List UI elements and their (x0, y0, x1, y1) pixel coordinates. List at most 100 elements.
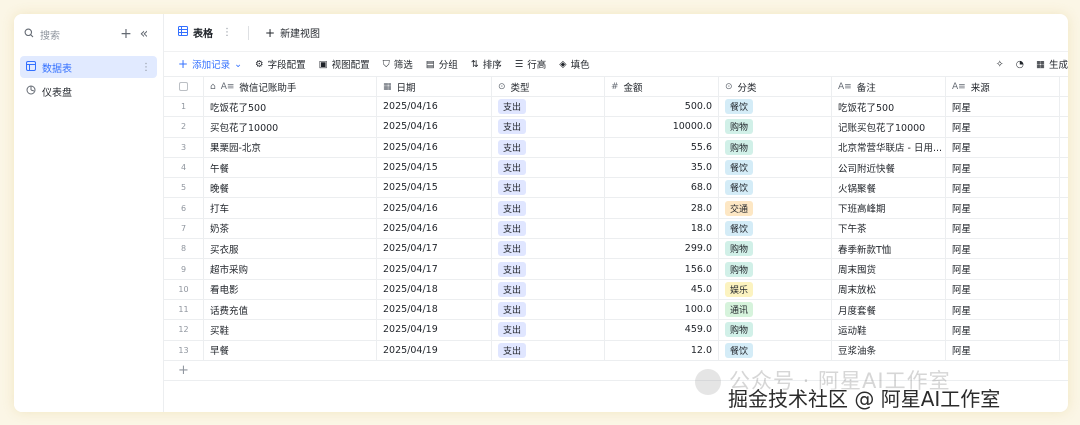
cell-date[interactable]: 2025/04/19 (377, 320, 492, 340)
add-record-button[interactable]: + 添加记录 ⌄ (178, 57, 242, 71)
filter-button[interactable]: ⛉ 筛选 (383, 57, 413, 72)
more-icon[interactable]: ⋮ (141, 62, 151, 73)
table-row[interactable]: 6 打车 2025/04/16 支出 28.0 交通 下班高峰期 阿星 (164, 198, 1068, 219)
cell-source[interactable]: 阿星 (946, 218, 1060, 239)
cell-type[interactable]: 支出 (492, 279, 605, 299)
cell-name[interactable]: 早餐 (204, 340, 377, 360)
cell-date[interactable]: 2025/04/16 (377, 218, 492, 239)
table-row[interactable]: 8 买衣服 2025/04/17 支出 299.0 购物 春季新款T恤 阿星 (164, 239, 1068, 260)
cell-date[interactable]: 2025/04/16 (377, 137, 492, 157)
collapse-sidebar-icon[interactable]: « (135, 25, 153, 43)
table-row[interactable]: 13 早餐 2025/04/19 支出 12.0 餐饮 豆浆油条 阿星 (164, 340, 1068, 361)
cell-type[interactable]: 支出 (492, 157, 605, 178)
cell-source[interactable]: 阿星 (946, 340, 1060, 360)
cell-name[interactable]: 奶茶 (204, 218, 377, 239)
sidebar-item-datatable[interactable]: 数据表 ⋮ (20, 56, 157, 78)
table-row[interactable]: 11 话费充值 2025/04/18 支出 100.0 通讯 月度套餐 阿星 (164, 299, 1068, 321)
tab-table[interactable]: 表格 ⋮ (178, 25, 232, 40)
cell-source[interactable]: 阿星 (946, 137, 1060, 157)
cell-category[interactable]: 交通 (719, 198, 832, 218)
view-config-button[interactable]: ▣ 视图配置 (319, 57, 370, 72)
table-row[interactable]: 1 吃饭花了500 2025/04/16 支出 500.0 餐饮 吃饭花了500 阿星 (164, 97, 1068, 118)
cell-name[interactable]: 买鞋 (204, 320, 377, 340)
cell-amount[interactable]: 18.0 (605, 218, 719, 239)
cell-amount[interactable]: 12.0 (605, 340, 719, 360)
column-header-name[interactable]: ⌂ A≡ 微信记账助手 (204, 77, 377, 96)
ai-sparkle-icon[interactable]: ✧ (996, 59, 1004, 70)
cell-type[interactable]: 支出 (492, 299, 605, 320)
sidebar-item-dashboard[interactable]: 仪表盘 (20, 80, 157, 102)
cell-category[interactable]: 购物 (719, 117, 832, 137)
cell-amount[interactable]: 55.6 (605, 137, 719, 157)
cell-note[interactable]: 公司附近快餐 (832, 157, 946, 178)
table-row[interactable]: 7 奶茶 2025/04/16 支出 18.0 餐饮 下午茶 阿星 (164, 218, 1068, 240)
history-icon[interactable]: ◔ (1016, 59, 1024, 70)
group-button[interactable]: ▤ 分组 (426, 57, 458, 72)
cell-source[interactable]: 阿星 (946, 117, 1060, 137)
cell-category[interactable]: 餐饮 (719, 218, 832, 239)
cell-note[interactable]: 运动鞋 (832, 320, 946, 340)
cell-type[interactable]: 支出 (492, 137, 605, 157)
cell-note[interactable]: 火锅聚餐 (832, 178, 946, 198)
cell-category[interactable]: 购物 (719, 320, 832, 340)
cell-amount[interactable]: 100.0 (605, 299, 719, 320)
cell-note[interactable]: 周末放松 (832, 279, 946, 299)
table-row[interactable]: 3 果栗园-北京 2025/04/16 支出 55.6 购物 北京常营华联店 - 日用...… (164, 137, 1068, 158)
cell-source[interactable]: 阿星 (946, 299, 1060, 320)
cell-source[interactable]: 阿星 (946, 198, 1060, 218)
cell-source[interactable]: 阿星 (946, 259, 1060, 279)
column-header-type[interactable]: ⊙ 类型 (492, 77, 605, 96)
cell-amount[interactable]: 45.0 (605, 279, 719, 299)
cell-name[interactable]: 午餐 (204, 157, 377, 178)
cell-source[interactable]: 阿星 (946, 279, 1060, 299)
cell-category[interactable]: 通讯 (719, 299, 832, 320)
cell-date[interactable]: 2025/04/17 (377, 239, 492, 259)
cell-category[interactable]: 购物 (719, 137, 832, 157)
cell-amount[interactable]: 10000.0 (605, 117, 719, 137)
cell-name[interactable]: 买包花了10000 (204, 117, 377, 137)
cell-category[interactable]: 餐饮 (719, 97, 832, 117)
cell-amount[interactable]: 459.0 (605, 320, 719, 340)
column-header-source[interactable]: A≡ 来源 (946, 77, 1060, 96)
cell-type[interactable]: 支出 (492, 97, 605, 117)
cell-category[interactable]: 购物 (719, 239, 832, 259)
cell-type[interactable]: 支出 (492, 239, 605, 259)
generate-button[interactable]: ▦ 生成 (1036, 57, 1068, 72)
cell-name[interactable]: 超市采购 (204, 259, 377, 279)
cell-source[interactable]: 阿星 (946, 239, 1060, 259)
table-row[interactable]: 5 晚餐 2025/04/15 支出 68.0 餐饮 火锅聚餐 阿星 (164, 178, 1068, 199)
cell-note[interactable]: 月度套餐 (832, 299, 946, 320)
cell-name[interactable]: 果栗园-北京 (204, 137, 377, 157)
cell-date[interactable]: 2025/04/15 (377, 157, 492, 178)
table-row[interactable]: 10 看电影 2025/04/18 支出 45.0 娱乐 周末放松 阿星 (164, 279, 1068, 300)
table-row[interactable]: 12 买鞋 2025/04/19 支出 459.0 购物 运动鞋 阿星 (164, 320, 1068, 341)
cell-name[interactable]: 晚餐 (204, 178, 377, 198)
select-all-checkbox[interactable] (164, 77, 204, 96)
cell-note[interactable]: 春季新款T恤 (832, 239, 946, 259)
cell-amount[interactable]: 28.0 (605, 198, 719, 218)
cell-note[interactable]: 下班高峰期 (832, 198, 946, 218)
column-header-category[interactable]: ⊙ 分类 (719, 77, 832, 96)
column-header-note[interactable]: A≡ 备注 (832, 77, 946, 96)
cell-type[interactable]: 支出 (492, 117, 605, 137)
cell-category[interactable]: 餐饮 (719, 340, 832, 360)
cell-note[interactable]: 豆浆油条 (832, 340, 946, 360)
cell-note[interactable]: 吃饭花了500 (832, 97, 946, 117)
cell-category[interactable]: 购物 (719, 259, 832, 279)
cell-date[interactable]: 2025/04/19 (377, 340, 492, 360)
cell-note[interactable]: 下午茶 (832, 218, 946, 239)
cell-note[interactable]: 北京常营华联店 - 日用... (832, 137, 946, 157)
cell-type[interactable]: 支出 (492, 259, 605, 279)
column-header-amount[interactable]: # 金额 (605, 77, 719, 96)
cell-note[interactable]: 记账买包花了10000 (832, 117, 946, 137)
cell-source[interactable]: 阿星 (946, 157, 1060, 178)
cell-category[interactable]: 餐饮 (719, 178, 832, 198)
cell-source[interactable]: 阿星 (946, 320, 1060, 340)
cell-date[interactable]: 2025/04/17 (377, 259, 492, 279)
cell-name[interactable]: 打车 (204, 198, 377, 218)
cell-amount[interactable]: 299.0 (605, 239, 719, 259)
cell-date[interactable]: 2025/04/16 (377, 97, 492, 117)
cell-type[interactable]: 支出 (492, 178, 605, 198)
table-row[interactable]: 2 买包花了10000 2025/04/16 支出 10000.0 购物 记账买包花了100… (164, 117, 1068, 138)
cell-date[interactable]: 2025/04/16 (377, 198, 492, 218)
